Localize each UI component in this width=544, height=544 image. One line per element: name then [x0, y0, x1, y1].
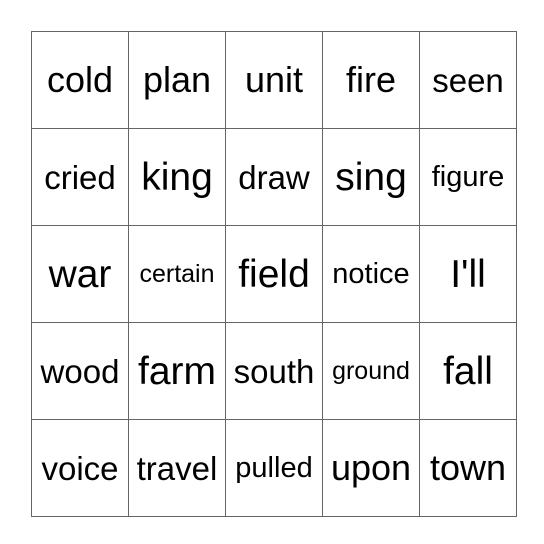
bingo-cell[interactable]: cold: [31, 31, 129, 129]
bingo-cell-label: cried: [44, 158, 116, 196]
bingo-cell-label: field: [238, 252, 310, 296]
bingo-cell-label: draw: [238, 158, 310, 196]
bingo-cell-label: figure: [431, 160, 505, 193]
bingo-cell-label: pulled: [235, 451, 313, 484]
bingo-cell-label: unit: [244, 59, 304, 100]
bingo-grid-body: cold plan unit fire seen cried king draw…: [31, 31, 517, 517]
bingo-cell-label: sing: [335, 155, 407, 199]
bingo-cell[interactable]: cried: [31, 128, 129, 226]
bingo-cell-label: plan: [142, 59, 212, 100]
bingo-cell[interactable]: king: [128, 128, 226, 226]
bingo-cell-label: certain: [139, 259, 215, 288]
bingo-grid: cold plan unit fire seen cried king draw…: [31, 31, 517, 517]
bingo-cell-label: wood: [40, 352, 120, 390]
bingo-cell-label: king: [141, 155, 213, 199]
bingo-cell[interactable]: notice: [322, 225, 420, 323]
bingo-cell[interactable]: town: [419, 419, 517, 517]
bingo-cell-label: notice: [332, 257, 410, 290]
bingo-cell[interactable]: seen: [419, 31, 517, 129]
bingo-cell[interactable]: I'll: [419, 225, 517, 323]
bingo-cell-label: cold: [46, 59, 114, 100]
bingo-cell-label: travel: [136, 449, 218, 487]
bingo-cell[interactable]: field: [225, 225, 323, 323]
bingo-cell-label: south: [233, 352, 315, 390]
bingo-cell-label: I'll: [450, 252, 486, 296]
bingo-cell-label: town: [429, 447, 507, 488]
bingo-cell-label: seen: [432, 61, 504, 99]
bingo-cell-label: war: [48, 252, 112, 296]
bingo-card: cold plan unit fire seen cried king draw…: [31, 31, 517, 517]
bingo-cell[interactable]: farm: [128, 322, 226, 420]
bingo-cell[interactable]: sing: [322, 128, 420, 226]
bingo-cell-label: voice: [41, 449, 119, 487]
bingo-row: war certain field notice I'll: [31, 225, 517, 323]
bingo-cell[interactable]: certain: [128, 225, 226, 323]
bingo-cell-label: fire: [345, 59, 396, 100]
bingo-cell[interactable]: upon: [322, 419, 420, 517]
bingo-row: voice travel pulled upon town: [31, 419, 517, 517]
bingo-cell[interactable]: figure: [419, 128, 517, 226]
bingo-cell[interactable]: ground: [322, 322, 420, 420]
bingo-cell[interactable]: fire: [322, 31, 420, 129]
bingo-cell[interactable]: south: [225, 322, 323, 420]
bingo-cell-label: farm: [138, 349, 216, 393]
bingo-cell[interactable]: wood: [31, 322, 129, 420]
bingo-cell[interactable]: war: [31, 225, 129, 323]
bingo-row: wood farm south ground fall: [31, 322, 517, 420]
bingo-row: cried king draw sing figure: [31, 128, 517, 226]
bingo-row: cold plan unit fire seen: [31, 31, 517, 129]
bingo-cell-label: upon: [330, 447, 412, 488]
bingo-cell[interactable]: pulled: [225, 419, 323, 517]
bingo-cell[interactable]: plan: [128, 31, 226, 129]
bingo-cell[interactable]: travel: [128, 419, 226, 517]
bingo-cell-label: fall: [443, 349, 493, 393]
bingo-cell[interactable]: draw: [225, 128, 323, 226]
bingo-cell-label: ground: [332, 356, 410, 385]
bingo-cell[interactable]: unit: [225, 31, 323, 129]
bingo-cell[interactable]: voice: [31, 419, 129, 517]
bingo-cell[interactable]: fall: [419, 322, 517, 420]
